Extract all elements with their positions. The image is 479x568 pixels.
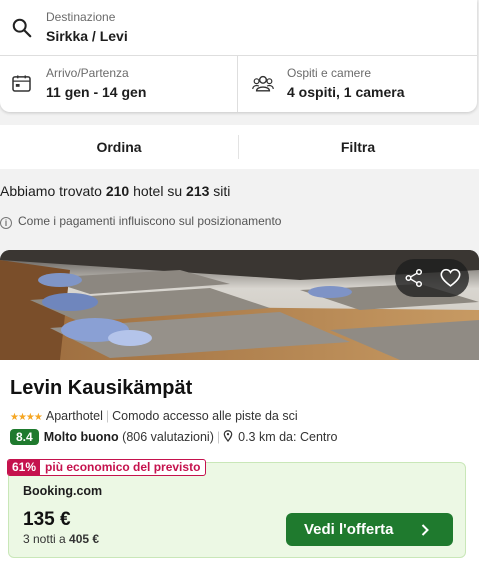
- total-price-text: 3 notti a 405 €: [23, 532, 99, 546]
- results-suffix: siti: [213, 183, 231, 199]
- hotel-meta: ★★★★ Aparthotel | Comodo accesso alle piste…: [10, 409, 298, 423]
- hotel-type: Aparthotel: [45, 409, 103, 423]
- sort-button[interactable]: Ordina: [0, 125, 238, 169]
- chevron-right-icon: [421, 524, 429, 536]
- search-icon: [12, 18, 32, 38]
- rating-label: Molto buono: [43, 430, 119, 444]
- guests-field[interactable]: Ospiti e camere 4 ospiti, 1 camera: [239, 56, 477, 112]
- nightly-price: 135 €: [23, 509, 71, 530]
- meta-separator: |: [105, 409, 110, 423]
- star-rating: ★★★★: [10, 412, 43, 423]
- heart-icon[interactable]: [440, 268, 461, 288]
- info-icon: i: [0, 217, 12, 229]
- filter-button[interactable]: Filtra: [239, 125, 477, 169]
- destination-field[interactable]: Destinazione Sirkka / Levi: [0, 0, 477, 56]
- hotel-rating-row: 8.4 Molto buono (806 valutazioni) | 0.3 km …: [10, 429, 337, 445]
- nights-text: 3 notti a: [23, 532, 66, 546]
- guests-icon: [252, 75, 274, 92]
- meta-separator: |: [216, 430, 221, 444]
- dates-field[interactable]: Arrivo/Partenza 11 gen - 14 gen: [0, 56, 238, 112]
- deal-percent: 61%: [8, 460, 41, 475]
- sort-filter-bar: Ordina Filtra: [0, 125, 479, 169]
- review-count[interactable]: (806 valutazioni): [122, 430, 214, 444]
- hotel-count: 210: [105, 183, 130, 199]
- payment-info-text: Come i pagamenti influiscono sul posizio…: [18, 214, 282, 228]
- deal-badge: 61% più economico del previsto: [7, 459, 207, 476]
- photo-actions: [395, 259, 469, 297]
- rating-score-badge: 8.4: [10, 429, 39, 445]
- results-summary: Abbiamo trovato 210 hotel su 213 siti: [0, 183, 230, 199]
- guests-label: Ospiti e camere: [287, 66, 372, 80]
- destination-label: Destinazione: [46, 10, 116, 24]
- hotel-name[interactable]: Levin Kausikämpät: [10, 377, 192, 400]
- view-deal-button[interactable]: Vedi l'offerta: [286, 513, 453, 546]
- share-icon[interactable]: [404, 268, 424, 288]
- site-count: 213: [186, 183, 210, 199]
- location-pin-icon: [223, 430, 233, 443]
- total-price: 405 €: [69, 532, 100, 546]
- payment-info-link[interactable]: i Come i pagamenti influiscono sul posizi…: [0, 214, 281, 229]
- view-deal-label: Vedi l'offerta: [304, 521, 394, 538]
- guests-value: 4 ospiti, 1 camera: [287, 84, 405, 100]
- dates-label: Arrivo/Partenza: [46, 66, 129, 80]
- search-panel: Destinazione Sirkka / Levi Arrivo/Parten…: [0, 0, 477, 112]
- results-middle: hotel su: [133, 183, 183, 199]
- destination-value: Sirkka / Levi: [46, 28, 128, 44]
- deal-text: più economico del previsto: [45, 460, 201, 474]
- dates-value: 11 gen - 14 gen: [46, 84, 147, 100]
- results-prefix: Abbiamo trovato: [0, 183, 102, 199]
- provider-name: Booking.com: [23, 484, 103, 498]
- distance-text: 0.3 km da: Centro: [238, 430, 338, 444]
- calendar-icon: [12, 75, 31, 92]
- hotel-feature: Comodo accesso alle piste da sci: [112, 409, 298, 423]
